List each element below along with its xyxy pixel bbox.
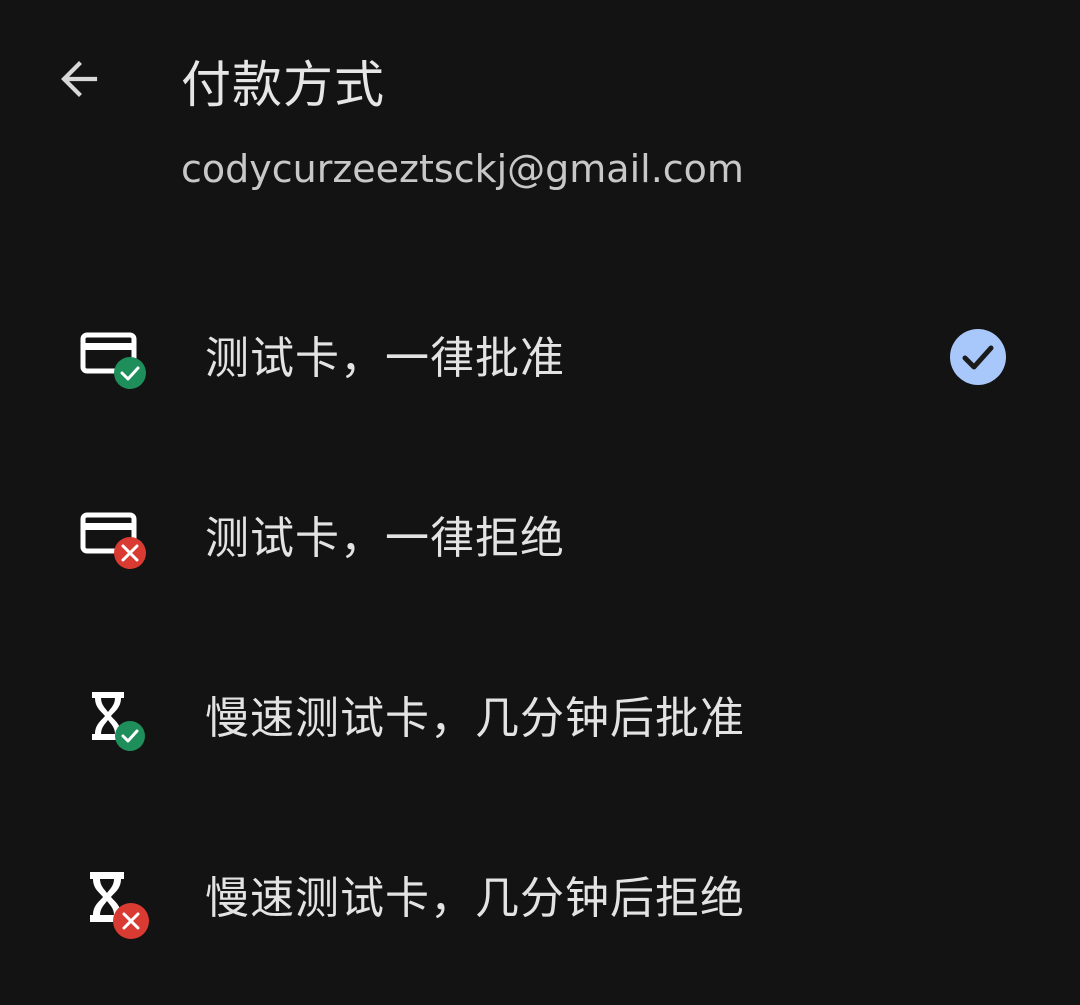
option-always-decline[interactable]: 测试卡，一律拒绝	[0, 448, 1080, 628]
option-label: 测试卡，一律拒绝	[205, 513, 565, 564]
arrow-back-icon	[61, 61, 98, 97]
page-title: 付款方式	[181, 56, 385, 114]
credit-card-decline-icon	[80, 512, 146, 569]
account-email: codycurzeeztsckj@gmail.com	[181, 147, 744, 191]
selected-check-icon	[950, 329, 1006, 385]
back-button[interactable]	[44, 44, 114, 114]
hourglass-decline-icon	[90, 872, 149, 939]
option-slow-decline[interactable]: 慢速测试卡，几分钟后拒绝	[0, 808, 1080, 988]
credit-card-approve-icon	[80, 332, 146, 389]
option-label: 慢速测试卡，几分钟后拒绝	[205, 873, 745, 924]
option-label: 慢速测试卡，几分钟后批准	[205, 693, 745, 744]
option-always-approve[interactable]: 测试卡，一律批准	[0, 268, 1080, 448]
option-slow-approve[interactable]: 慢速测试卡，几分钟后批准	[0, 628, 1080, 808]
hourglass-approve-icon	[92, 692, 145, 751]
option-label: 测试卡，一律批准	[205, 333, 565, 384]
app-header: 付款方式 codycurzeeztsckj@gmail.com	[0, 0, 1080, 230]
payment-options-list: 测试卡，一律批准 测试卡，一律拒绝 慢速测试卡，几分钟后批准 慢速测试卡，几分钟…	[0, 268, 1080, 988]
